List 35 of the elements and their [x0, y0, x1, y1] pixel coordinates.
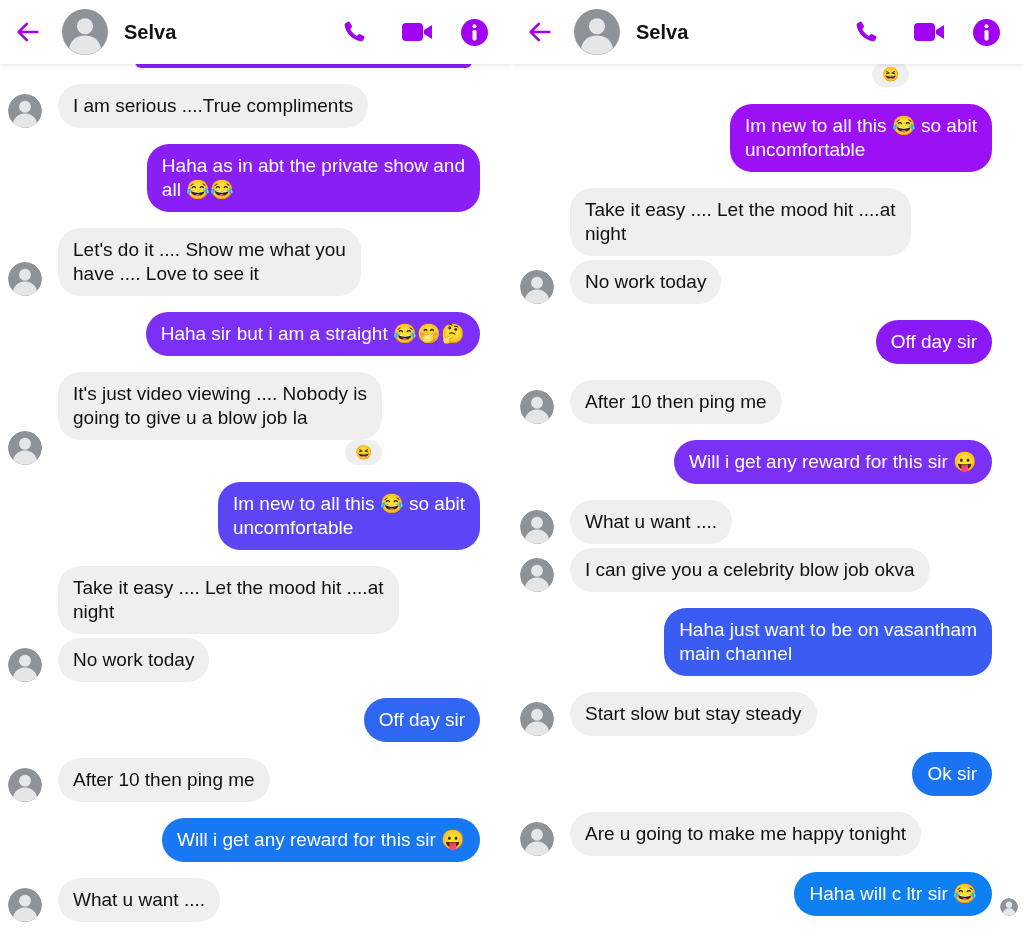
message-bubble: After 10 then ping me	[570, 380, 782, 424]
info-icon[interactable]	[973, 18, 1000, 46]
message-bubble: What u want ....	[570, 500, 732, 544]
message-bubble: Off day sir	[875, 320, 992, 364]
message-bubble: Are u going to make me happy tonight	[570, 812, 922, 856]
message-bubble: Take it easy .... Let the mood hit ....at night	[58, 566, 399, 634]
message-bubble: What u want ....	[58, 878, 220, 922]
message-bubble: Haha sir but i am a straight 😂🤭🤔	[145, 312, 480, 356]
message-bubble: It's just video viewing .... Nobody is going to give u a blow job la	[58, 372, 383, 440]
message-bubble: No work today	[58, 638, 210, 682]
contact-name: Selva	[124, 20, 178, 45]
avatar	[62, 9, 108, 55]
message-bubble: Im new to all this 😂 so abit uncomfortable	[729, 104, 992, 172]
message-bubble: Let's do it .... Show me what you have .... Love to see it	[58, 228, 361, 296]
reaction: 😆	[345, 440, 383, 465]
message-bubble: After 10 then ping me	[58, 758, 270, 802]
contact-name: Selva	[636, 20, 690, 45]
message-bubble: Haha just want to be on vasantham main channel	[664, 608, 992, 676]
avatar	[574, 9, 620, 55]
info-icon[interactable]	[461, 18, 488, 46]
message-bubble: Haha will c ltr sir 😂	[794, 872, 992, 916]
message-bubble: Will i get any reward for this sir 😛	[162, 818, 480, 862]
video-camera-icon[interactable]	[401, 20, 433, 44]
reaction: 😆	[872, 62, 909, 87]
message-bubble: Im new to all this 😂 so abit uncomfortable	[217, 482, 480, 550]
message-bubble: Will i get any reward for this sir 😛	[674, 440, 992, 484]
message-bubble: Start slow but stay steady	[570, 692, 817, 736]
message-bubble: No work today	[570, 260, 722, 304]
message-bubble: Haha as in abt the private show and all 😂😂	[146, 144, 480, 212]
message-bubble: Ok sir	[912, 752, 992, 796]
message-bubble: Off day sir	[363, 698, 480, 742]
message-bubble: I can give you a celebrity blow job okva	[570, 548, 930, 592]
message-bubble: I am serious ....True compliments	[58, 84, 369, 128]
video-camera-icon[interactable]	[913, 20, 945, 44]
message-bubble: Take it easy .... Let the mood hit ....at night	[570, 188, 911, 256]
